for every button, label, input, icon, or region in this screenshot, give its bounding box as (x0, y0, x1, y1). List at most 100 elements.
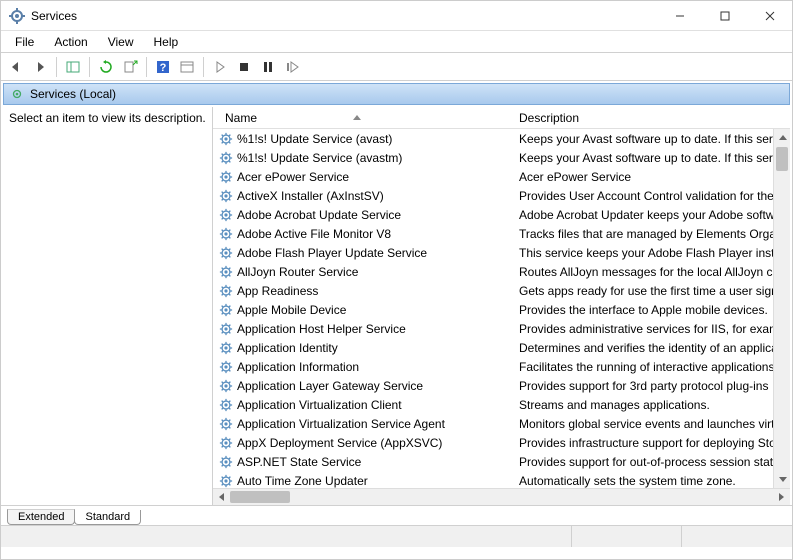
service-row[interactable]: Apple Mobile DeviceProvides the interfac… (213, 300, 790, 319)
service-list[interactable]: %1!s! Update Service (avast)Keeps your A… (213, 129, 790, 488)
menu-view[interactable]: View (98, 33, 144, 51)
column-header-name[interactable]: Name (213, 111, 515, 125)
stop-service-button[interactable] (233, 56, 255, 78)
service-row[interactable]: %1!s! Update Service (avast)Keeps your A… (213, 129, 790, 148)
service-name: AllJoyn Router Service (237, 265, 358, 279)
column-header-description[interactable]: Description (515, 111, 790, 125)
service-row[interactable]: Adobe Acrobat Update ServiceAdobe Acroba… (213, 205, 790, 224)
export-list-button[interactable] (119, 56, 141, 78)
service-row[interactable]: AllJoyn Router Service Routes AllJoyn mes… (213, 262, 790, 281)
service-description: Tracks files that are managed by Element… (515, 227, 790, 241)
service-description: Acer ePower Service (515, 170, 790, 184)
scroll-left-button[interactable] (213, 489, 230, 506)
service-description: Automatically sets the system time zone. (515, 474, 790, 488)
service-name: Adobe Acrobat Update Service (237, 208, 401, 222)
service-row[interactable]: App ReadinessGets apps ready for use the… (213, 281, 790, 300)
services-gear-icon (9, 8, 25, 24)
service-name: AppX Deployment Service (AppXSVC) (237, 436, 442, 450)
hscroll-thumb[interactable] (230, 491, 290, 503)
pause-service-button[interactable] (257, 56, 279, 78)
service-row[interactable]: Application IdentityDetermines and verif… (213, 338, 790, 357)
scroll-right-button[interactable] (773, 489, 790, 506)
service-row[interactable]: Application Virtualization Service Agent… (213, 414, 790, 433)
service-gear-icon (219, 284, 233, 298)
description-pane: Select an item to view its description. (3, 107, 213, 505)
service-name: Adobe Flash Player Update Service (237, 246, 427, 260)
column-name-label: Name (225, 111, 257, 125)
service-row[interactable]: Acer ePower Service Acer ePower Service (213, 167, 790, 186)
service-gear-icon (219, 151, 233, 165)
service-description: Keeps your Avast software up to date. If… (515, 132, 790, 146)
service-description: Facilitates the running of interactive a… (515, 360, 790, 374)
service-row[interactable]: %1!s! Update Service (avastm)Keeps your … (213, 148, 790, 167)
service-description: Monitors global service events and launc… (515, 417, 790, 431)
scroll-thumb[interactable] (776, 147, 788, 171)
service-name: Acer ePower Service (237, 170, 349, 184)
service-row[interactable]: Application Virtualization ClientStreams… (213, 395, 790, 414)
service-gear-icon (219, 474, 233, 488)
service-gear-icon (219, 455, 233, 469)
service-row[interactable]: Adobe Active File Monitor V8Tracks files… (213, 224, 790, 243)
minimize-button[interactable] (657, 1, 702, 30)
content-area: Select an item to view its description. … (3, 107, 790, 505)
service-description: Gets apps ready for use the first time a… (515, 284, 790, 298)
toolbar-separator (146, 57, 147, 77)
toolbar: ? (1, 53, 792, 81)
service-description: Provides infrastructure support for depl… (515, 436, 790, 450)
service-name: Application Virtualization Service Agent (237, 417, 445, 431)
properties-button[interactable] (176, 56, 198, 78)
service-name: Apple Mobile Device (237, 303, 346, 317)
service-row[interactable]: ActiveX Installer (AxInstSV)Provides Use… (213, 186, 790, 205)
service-name: Application Information (237, 360, 359, 374)
scroll-down-button[interactable] (774, 471, 790, 488)
service-gear-icon (219, 132, 233, 146)
service-name: Application Identity (237, 341, 338, 355)
status-cell (682, 526, 792, 547)
status-cell (1, 526, 572, 547)
service-row[interactable]: Adobe Flash Player Update ServiceThis se… (213, 243, 790, 262)
service-gear-icon (219, 227, 233, 241)
tree-root-row[interactable]: Services (Local) (3, 83, 790, 105)
vertical-scrollbar[interactable] (773, 129, 790, 488)
menu-action[interactable]: Action (44, 33, 97, 51)
service-description: Provides support for out-of-process sess… (515, 455, 790, 469)
forward-button[interactable] (29, 56, 51, 78)
close-button[interactable] (747, 1, 792, 30)
services-node-icon (10, 87, 24, 101)
toolbar-separator (203, 57, 204, 77)
service-description: Routes AllJoyn messages for the local Al… (515, 265, 790, 279)
maximize-button[interactable] (702, 1, 747, 30)
service-description: Provides User Account Control validation… (515, 189, 790, 203)
service-gear-icon (219, 322, 233, 336)
start-service-button[interactable] (209, 56, 231, 78)
menubar: File Action View Help (1, 31, 792, 53)
tab-extended[interactable]: Extended (7, 509, 75, 525)
service-name: Application Layer Gateway Service (237, 379, 423, 393)
back-button[interactable] (5, 56, 27, 78)
column-description-label: Description (519, 111, 579, 125)
menu-help[interactable]: Help (144, 33, 189, 51)
service-row[interactable]: Application Information Facilitates the r… (213, 357, 790, 376)
restart-service-button[interactable] (281, 56, 303, 78)
service-gear-icon (219, 341, 233, 355)
scroll-up-button[interactable] (774, 129, 790, 146)
toolbar-separator (56, 57, 57, 77)
tab-standard[interactable]: Standard (74, 510, 141, 525)
service-row[interactable]: Application Layer Gateway ServiceProvide… (213, 376, 790, 395)
show-hide-tree-button[interactable] (62, 56, 84, 78)
service-name: ASP.NET State Service (237, 455, 361, 469)
refresh-button[interactable] (95, 56, 117, 78)
help-button[interactable]: ? (152, 56, 174, 78)
view-tabs: Extended Standard (1, 505, 792, 525)
sort-ascending-icon (353, 115, 361, 120)
service-row[interactable]: Application Host Helper ServiceProvides … (213, 319, 790, 338)
menu-file[interactable]: File (5, 33, 44, 51)
service-row[interactable]: ASP.NET State Service Provides support fo… (213, 452, 790, 471)
horizontal-scrollbar[interactable] (213, 488, 790, 505)
service-row[interactable]: Auto Time Zone UpdaterAutomatically sets… (213, 471, 790, 488)
service-row[interactable]: AppX Deployment Service (AppXSVC) Provide… (213, 433, 790, 452)
service-list-pane: Name Description %1!s! Update Service (a… (213, 107, 790, 505)
service-gear-icon (219, 170, 233, 184)
tree-root-label: Services (Local) (30, 87, 116, 101)
status-cell (572, 526, 682, 547)
